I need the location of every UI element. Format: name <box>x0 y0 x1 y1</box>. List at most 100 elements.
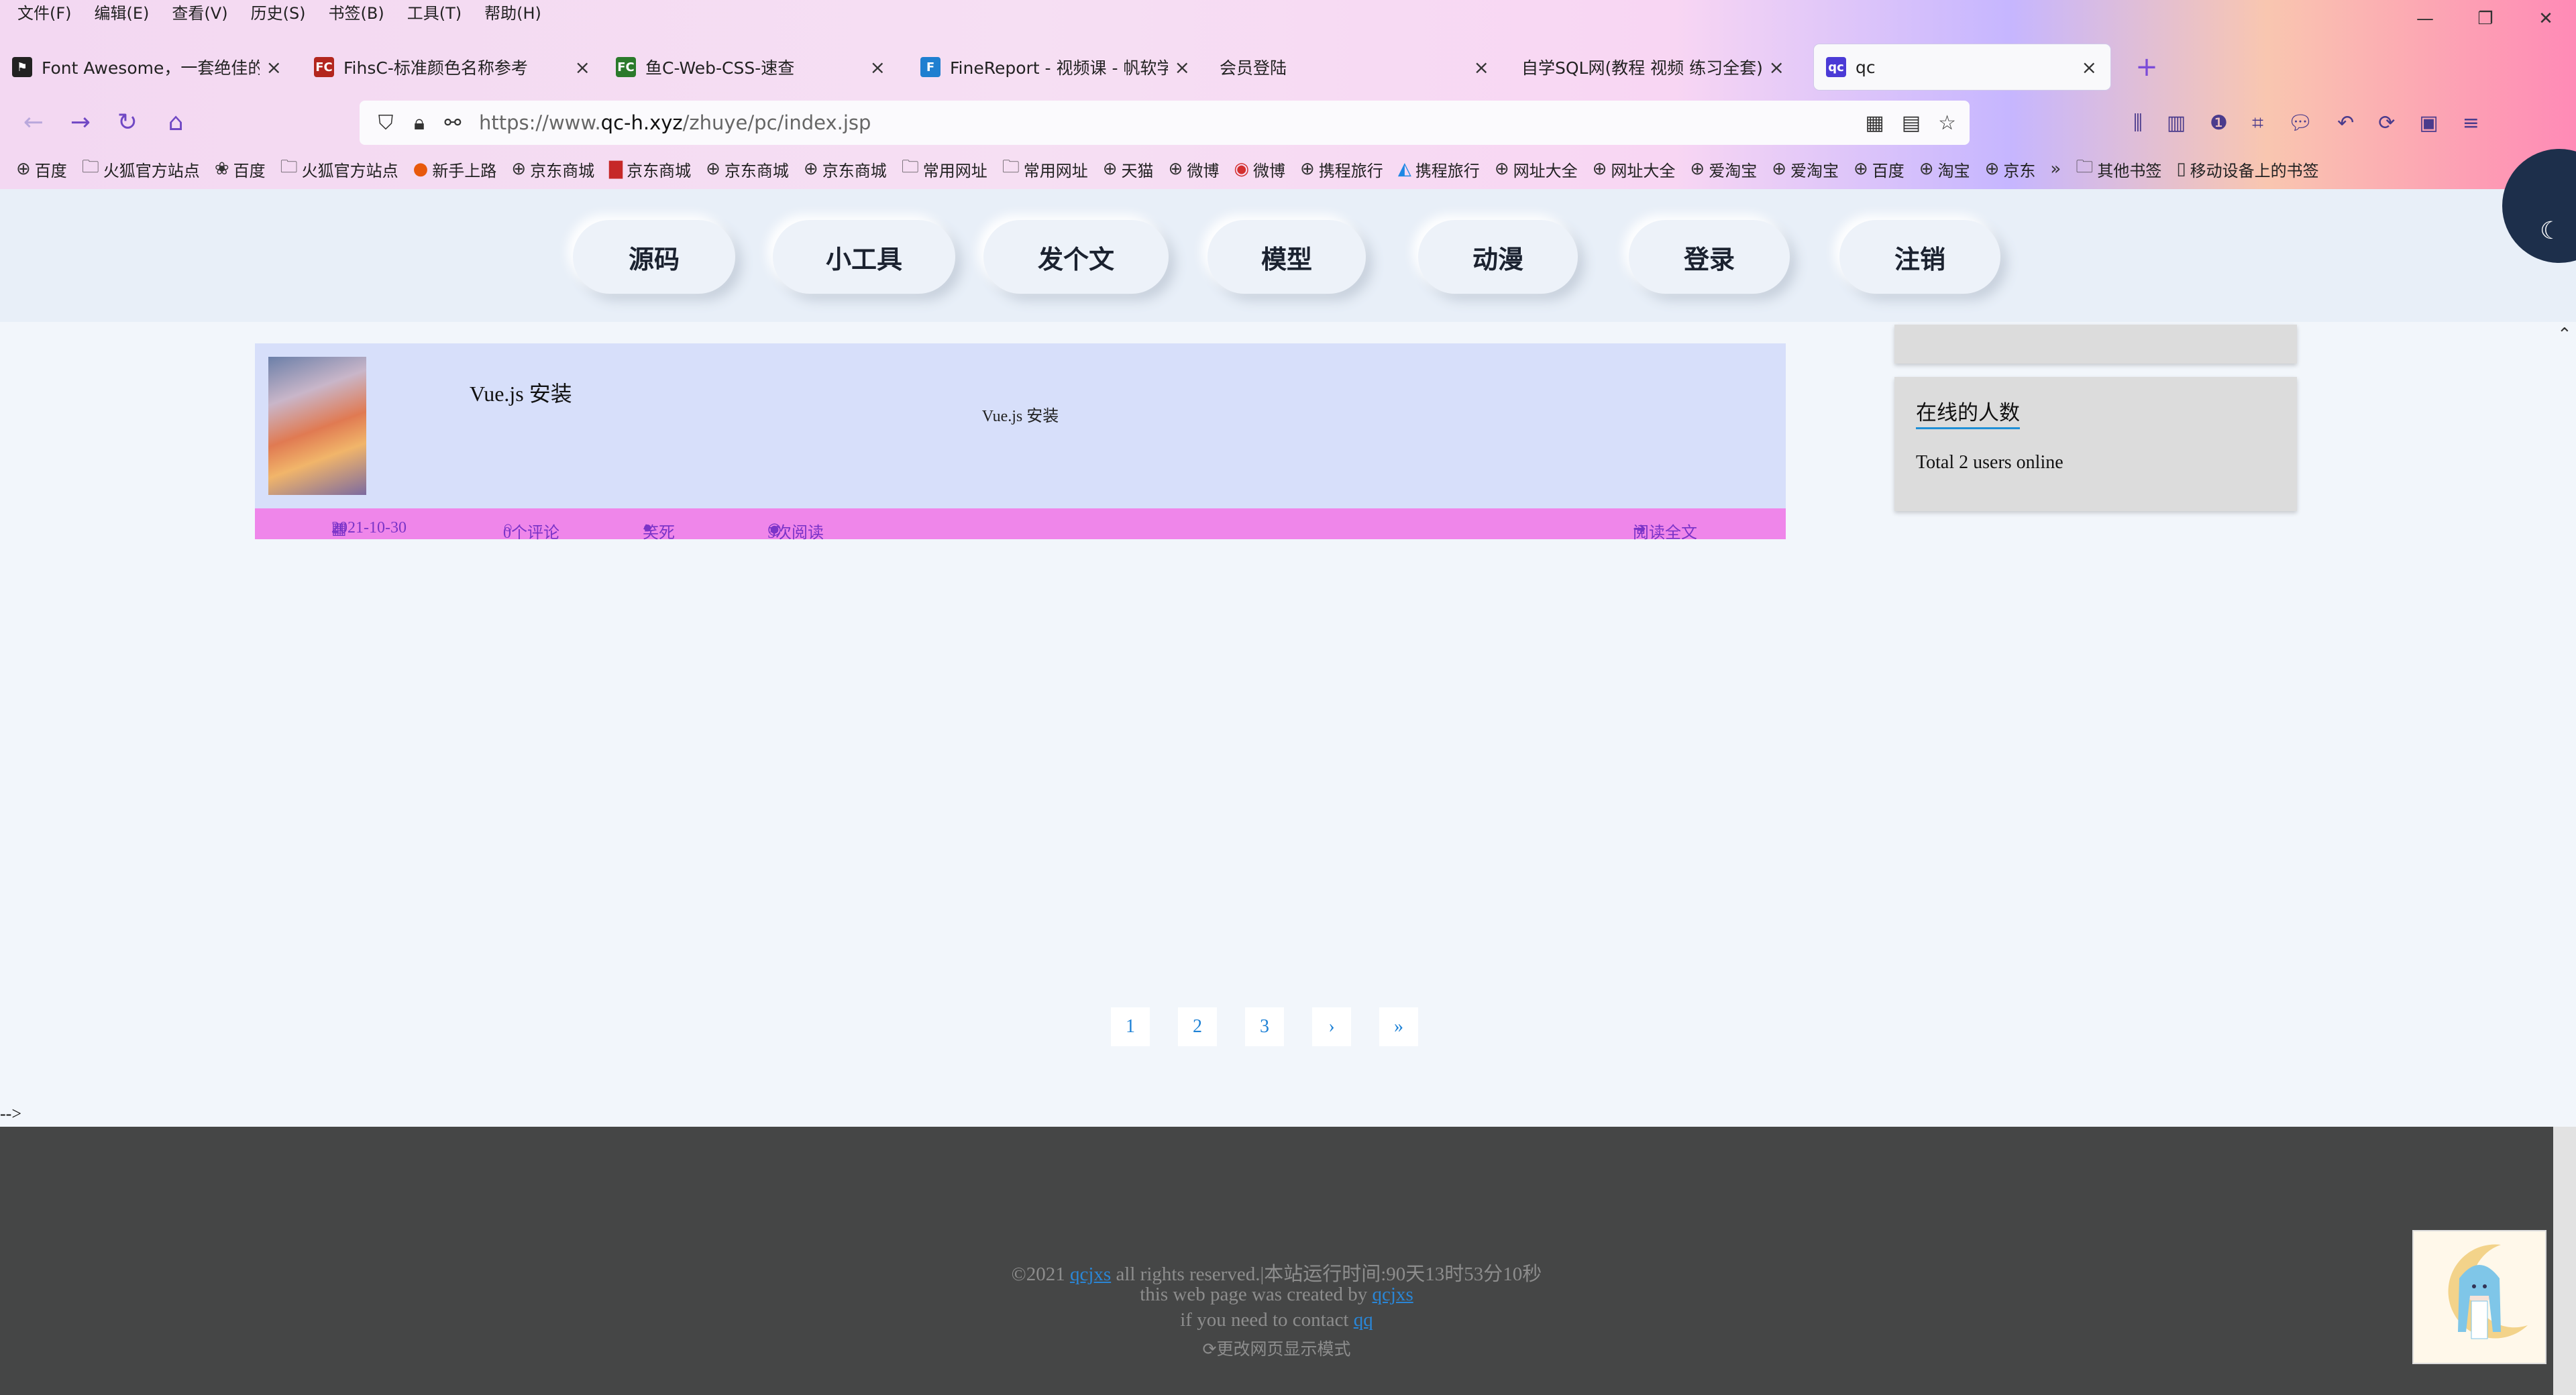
forward-icon[interactable]: → <box>60 102 101 142</box>
page-1[interactable]: 1 <box>1111 1007 1150 1046</box>
bookmark-item[interactable]: ⊕ 爱淘宝 <box>1772 158 1839 181</box>
bookmark-item[interactable]: ⊕ 淘宝 <box>1919 158 1970 181</box>
tab-title: 会员登陆 <box>1220 58 1287 78</box>
tab-finereport[interactable]: F FineReport - 视频课 - 帆软学 × <box>908 44 1203 90</box>
tab-member-login[interactable]: 会员登陆 × <box>1208 44 1503 90</box>
back-icon[interactable]: ← <box>13 102 54 142</box>
minimize-icon[interactable]: — <box>2395 0 2455 38</box>
nav-login[interactable]: 登录 <box>1629 220 1790 294</box>
folder-icon: 🗀 <box>1002 157 1020 177</box>
qr-code-icon[interactable]: ▦ <box>1865 111 1884 135</box>
tab-sql[interactable]: 自学SQL网(教程 视频 练习全套) × <box>1509 44 1798 90</box>
footer-qq-link[interactable]: qq <box>1354 1309 1373 1331</box>
bookmark-item[interactable]: ⊕ 百度 <box>1854 158 1904 181</box>
bookmark-item[interactable]: ● 新手上路 <box>413 158 497 181</box>
undo-icon[interactable]: ↶ <box>2337 111 2354 135</box>
reload-icon[interactable]: ↻ <box>107 102 148 142</box>
sync-icon[interactable]: ⟳ <box>2378 111 2395 135</box>
crop-icon[interactable]: ⌗ <box>2252 111 2263 135</box>
bookmark-item[interactable]: ⊕ 京东商城 <box>706 158 789 181</box>
new-tab-icon[interactable]: + <box>2128 44 2165 90</box>
library-icon[interactable]: ⫼ <box>2133 111 2143 135</box>
bookmark-item[interactable]: ⊕ 携程旅行 <box>1300 158 1383 181</box>
tab-fihsc[interactable]: FC FihsC-标准颜色名称参考 × <box>302 44 604 90</box>
lock-icon[interactable]: 🔒︎ <box>402 111 436 135</box>
tab-qc[interactable]: qc qc × <box>1814 44 2110 90</box>
footer-creator-link[interactable]: qcjxs <box>1373 1284 1413 1305</box>
close-tab-icon[interactable]: × <box>1175 56 1190 78</box>
screenshot-icon[interactable]: ▣ <box>2419 111 2438 135</box>
weibo-icon: ◉ <box>1234 159 1250 179</box>
bookmark-item[interactable]: ⊕ 微博 <box>1169 158 1220 181</box>
close-tab-icon[interactable]: × <box>2082 56 2097 78</box>
site-footer: ©2021 qcjxs all rights reserved.|本站运行时间:… <box>0 1127 2553 1395</box>
online-users-heading: 在线的人数 <box>1916 396 2020 429</box>
bookmark-item[interactable]: 🗀 其他书签 <box>2076 154 2161 184</box>
page-scrollbar[interactable] <box>2553 1127 2576 1395</box>
nav-model[interactable]: 模型 <box>1208 220 1366 294</box>
menu-file[interactable]: 文件(F) <box>8 0 81 23</box>
nav-anime[interactable]: 动漫 <box>1418 220 1578 294</box>
bookmark-item[interactable]: ⊕ 天猫 <box>1103 158 1154 181</box>
bookmark-item[interactable]: 🗀 火狐官方站点 <box>82 154 200 184</box>
close-tab-icon[interactable]: × <box>266 56 282 78</box>
close-tab-icon[interactable]: × <box>870 56 885 78</box>
menu-history[interactable]: 历史(S) <box>241 0 315 23</box>
close-icon[interactable]: ✕ <box>2516 0 2576 38</box>
bookmark-item[interactable]: ⊕ 爱淘宝 <box>1690 158 1757 181</box>
display-mode-toggle[interactable]: ⟳更改网页显示模式 <box>0 1336 2553 1360</box>
address-bar[interactable]: ⛉ 🔒︎ ⚯ https://www.qc-h.xyz/zhuye/pc/ind… <box>360 101 1970 145</box>
restore-icon[interactable]: ❐ <box>2455 0 2516 38</box>
footer-author-link[interactable]: qcjxs <box>1070 1264 1111 1285</box>
flag-icon: ⚑ <box>12 57 32 77</box>
close-tab-icon[interactable]: × <box>1474 56 1489 78</box>
bookmark-item[interactable]: ⊕ 京东商城 <box>511 158 594 181</box>
bookmark-item[interactable]: ▇ 京东商城 <box>609 158 691 181</box>
scroll-up-icon[interactable]: ⌃ <box>2557 325 2572 345</box>
nav-logout[interactable]: 注销 <box>1839 220 2000 294</box>
menu-edit[interactable]: 编辑(E) <box>85 0 159 23</box>
bookmark-item[interactable]: ⊕ 京东 <box>1985 158 2036 181</box>
page-3[interactable]: 3 <box>1245 1007 1284 1046</box>
menu-tools[interactable]: 工具(T) <box>398 0 471 23</box>
shield-icon[interactable]: ⛉ <box>369 111 402 135</box>
tab-font-awesome[interactable]: ⚑ Font Awesome，一套绝佳的图 × <box>0 44 295 90</box>
tab-web-css[interactable]: FC 鱼C-Web-CSS-速查 × <box>604 44 899 90</box>
bookmark-item[interactable]: 🗀 常用网址 <box>902 154 987 184</box>
post-card[interactable]: Vue.js 安装 Vue.js 安装 <box>255 343 1786 508</box>
permissions-icon[interactable]: ⚯ <box>436 111 470 135</box>
page-2[interactable]: 2 <box>1178 1007 1217 1046</box>
bookmark-item[interactable]: ⊕ 百度 <box>16 158 67 181</box>
bookmarks-overflow-icon[interactable]: » <box>2050 159 2061 179</box>
sidebar-icon[interactable]: ▥ <box>2167 111 2186 135</box>
next-page-icon[interactable]: › <box>1312 1007 1351 1046</box>
reader-view-icon[interactable]: ▤ <box>1902 111 1921 135</box>
bookmark-item[interactable]: ▯ 移动设备上的书签 <box>2176 158 2318 181</box>
bookmark-item[interactable]: ⊕ 网址大全 <box>1593 158 1676 181</box>
extension-badge-icon[interactable]: ❶ <box>2210 111 2228 135</box>
menu-help[interactable]: 帮助(H) <box>475 0 551 23</box>
bookmark-item[interactable]: ◉ 微博 <box>1234 158 1285 181</box>
close-tab-icon[interactable]: × <box>575 56 590 78</box>
star-icon[interactable]: ☆ <box>1938 111 1956 135</box>
mascot-widget[interactable] <box>2412 1230 2546 1364</box>
bookmark-item[interactable]: ❀ 百度 <box>215 158 266 181</box>
nav-source[interactable]: 源码 <box>573 220 735 294</box>
nav-post[interactable]: 发个文 <box>983 220 1169 294</box>
bookmark-item[interactable]: 🗀 常用网址 <box>1002 154 1088 184</box>
bookmark-item[interactable]: 🗀 火狐官方站点 <box>280 154 398 184</box>
home-icon[interactable]: ⌂ <box>156 102 196 142</box>
bookmark-item[interactable]: ⊕ 京东商城 <box>804 158 887 181</box>
last-page-icon[interactable]: » <box>1379 1007 1418 1046</box>
globe-icon: ⊕ <box>1494 159 1509 179</box>
post-thumbnail[interactable] <box>268 357 366 495</box>
chat-icon[interactable]: 💬︎ <box>2288 111 2313 135</box>
bookmark-item[interactable]: ⊕ 网址大全 <box>1495 158 1578 181</box>
url-text[interactable]: https://www.qc-h.xyz/zhuye/pc/index.jsp <box>479 111 871 134</box>
menu-bookmarks[interactable]: 书签(B) <box>319 0 394 23</box>
menu-view[interactable]: 查看(V) <box>162 0 237 23</box>
close-tab-icon[interactable]: × <box>1769 56 1784 78</box>
nav-tools[interactable]: 小工具 <box>773 220 955 294</box>
menu-icon[interactable]: ≡ <box>2463 111 2479 135</box>
bookmark-item[interactable]: ◭ 携程旅行 <box>1398 158 1480 181</box>
